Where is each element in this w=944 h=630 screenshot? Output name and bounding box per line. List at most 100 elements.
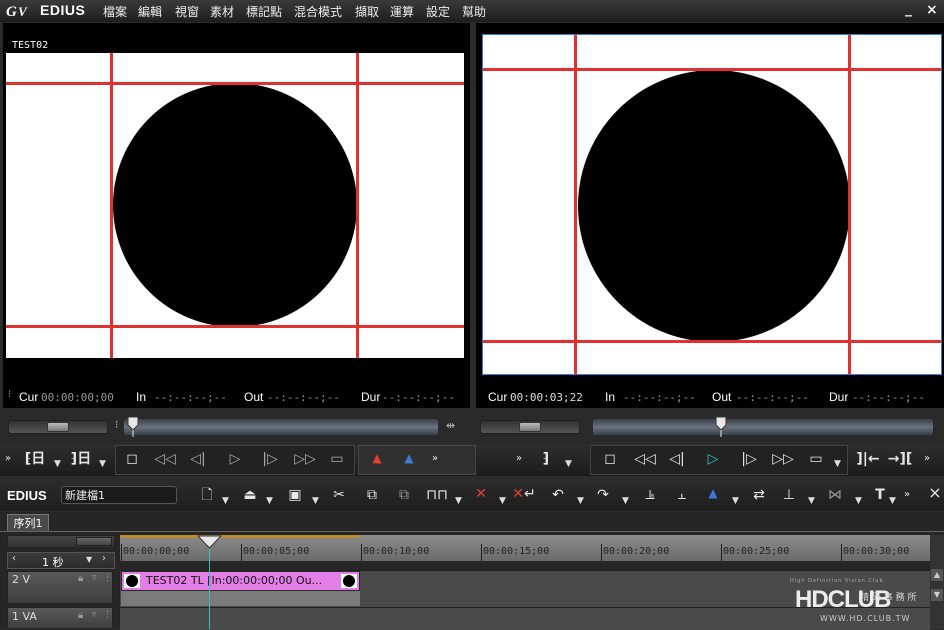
expand-icon[interactable]: » (428, 450, 442, 468)
menu-mode[interactable]: 混合模式 (294, 3, 342, 20)
scroll-down-icon[interactable]: ▼ (931, 589, 943, 601)
expand-icon[interactable]: » (920, 450, 934, 468)
chevron-left-icon[interactable]: ‹ (12, 553, 16, 564)
time-scale-selector[interactable]: ‹ 1 秒 ▼ › (7, 552, 115, 569)
set-in-point-icon[interactable]: ⁅日 (22, 450, 48, 468)
chevron-down-icon[interactable]: ▼ (834, 459, 841, 469)
chevron-down-icon[interactable]: ▼ (855, 496, 862, 506)
chevron-down-icon[interactable]: ▼ (455, 496, 462, 506)
insert-mode-icon[interactable]: ⫡ (638, 486, 662, 504)
rewind-icon[interactable]: ◁◁ (630, 450, 660, 468)
chevron-down-icon[interactable]: ▼ (266, 496, 273, 506)
stop-icon[interactable]: ◻ (122, 450, 142, 468)
track-menu-icon[interactable]: ⋮ (103, 573, 112, 583)
replace-icon[interactable]: ⊓⊓ (425, 486, 449, 504)
rewind-icon[interactable]: ◁◁ (150, 450, 180, 468)
insert-to-timeline-icon[interactable]: ▲ (366, 449, 388, 467)
new-project-icon[interactable]: 🗋 (198, 486, 216, 504)
chevron-down-icon[interactable]: ▼ (622, 496, 629, 506)
scroll-up-icon[interactable]: ▲ (931, 569, 943, 581)
player-shuttle-slider[interactable] (8, 420, 108, 434)
expand-icon[interactable]: » (512, 450, 526, 468)
recorder-position-bar[interactable] (593, 419, 933, 435)
step-forward-icon[interactable]: |▷ (258, 450, 282, 468)
player-position-handle[interactable] (127, 415, 139, 437)
audio-waveform-icon[interactable]: ⊥ (778, 486, 800, 504)
save-icon[interactable]: ▣ (285, 486, 305, 504)
set-out-icon[interactable]: ⁆ (538, 450, 554, 468)
fast-forward-icon[interactable]: ▷▷ (768, 450, 798, 468)
chevron-down-icon[interactable]: ▼ (889, 496, 896, 506)
zoom-slider[interactable] (7, 535, 115, 548)
chevron-down-icon[interactable]: ▼ (86, 555, 92, 564)
menu-view[interactable]: 視窗 (175, 3, 199, 20)
fast-forward-icon[interactable]: ▷▷ (290, 450, 320, 468)
close-button[interactable]: × (926, 2, 938, 18)
delete-icon[interactable]: ✕ (471, 485, 491, 503)
chevron-right-icon[interactable]: › (102, 553, 106, 564)
chevron-down-icon[interactable]: ▼ (808, 496, 815, 506)
step-forward-icon[interactable]: |▷ (737, 450, 761, 468)
chevron-down-icon[interactable]: ▼ (499, 496, 506, 506)
loop-icon[interactable]: ▭ (805, 450, 827, 468)
timeline-clip[interactable]: TEST02 TL [In:00:00:00;00 Ou... (121, 571, 360, 591)
sync-icon[interactable]: ⇹ (446, 419, 455, 432)
go-to-out-icon[interactable]: →][ (887, 450, 913, 468)
timeline-vertical-scrollbar[interactable]: ▲ ▼ (930, 535, 944, 629)
link-icon[interactable]: ⇄ (748, 486, 770, 504)
expand-icon[interactable]: » (900, 486, 914, 504)
loop-icon[interactable]: ▭ (326, 450, 348, 468)
timeline-cursor-handle[interactable] (197, 535, 222, 550)
shuttle-thumb[interactable] (519, 422, 541, 432)
recorder-shuttle-slider[interactable] (480, 420, 580, 434)
track-header-1va[interactable]: 1 VA 🔒︎ ▿ ⋮ (7, 607, 113, 629)
track-header-2v[interactable]: 2 V 🔒︎ ▿ ⋮ (7, 571, 113, 604)
timeline-ruler[interactable]: 00:00:00;00 00:00:05;00 00:00:10;00 00:00:1… (120, 535, 930, 561)
lock-icon[interactable]: 🔒︎ (78, 573, 83, 584)
copy-icon[interactable]: ⧉ (362, 486, 382, 504)
tab-sequence-1[interactable]: 序列1 (7, 514, 49, 532)
clip-mixer-lane[interactable] (121, 591, 360, 606)
minimize-button[interactable]: _ (905, 1, 912, 17)
menu-capture[interactable]: 擷取 (355, 3, 379, 20)
chevron-down-icon[interactable]: ▼ (99, 459, 106, 469)
ripple-delete-icon[interactable]: ✕↵ (512, 485, 536, 503)
overwrite-to-timeline-icon[interactable]: ▲ (398, 449, 420, 467)
chevron-down-icon[interactable]: ▼ (54, 459, 61, 469)
redo-icon[interactable]: ↷ (593, 486, 613, 504)
overwrite-mode-icon[interactable]: ⫠ (670, 486, 694, 504)
add-transition-icon[interactable]: ▲ (702, 484, 724, 502)
recorder-position-handle[interactable] (715, 415, 727, 437)
player-position-bar[interactable] (124, 419, 438, 435)
chevron-down-icon[interactable]: ▼ (565, 459, 572, 469)
title-icon[interactable]: T (870, 486, 890, 504)
visibility-icon[interactable]: ▿ (92, 573, 97, 583)
menu-marker[interactable]: 標記點 (246, 3, 282, 20)
expand-icon[interactable]: » (2, 450, 14, 468)
visibility-icon[interactable]: ▿ (92, 610, 97, 620)
play-icon[interactable]: ▷ (702, 450, 724, 468)
open-project-icon[interactable]: ⏏ (238, 486, 262, 504)
zoom-slider-thumb[interactable] (76, 537, 112, 546)
chevron-down-icon[interactable]: ▼ (222, 496, 229, 506)
mixer-icon[interactable]: ⋈ (822, 486, 848, 504)
track-menu-icon[interactable]: ⋮ (103, 610, 112, 620)
menu-render[interactable]: 運算 (390, 3, 414, 20)
timeline-cursor-line[interactable] (209, 548, 210, 629)
paste-icon[interactable]: ⧉ (394, 486, 414, 504)
stop-icon[interactable]: ◻ (600, 450, 620, 468)
lock-icon[interactable]: 🔒︎ (78, 610, 83, 621)
menu-help[interactable]: 幫助 (462, 3, 486, 20)
menu-clip[interactable]: 素材 (210, 3, 234, 20)
close-timeline-icon[interactable]: × (928, 484, 942, 502)
menu-file[interactable]: 檔案 (103, 3, 127, 20)
menu-edit[interactable]: 編輯 (138, 3, 162, 20)
undo-icon[interactable]: ↶ (548, 486, 568, 504)
project-name-field[interactable]: 新建檔1 (61, 486, 177, 504)
menu-settings[interactable]: 設定 (426, 3, 450, 20)
step-back-icon[interactable]: ◁| (186, 450, 210, 468)
cut-icon[interactable]: ✂ (329, 486, 349, 504)
step-back-icon[interactable]: ◁| (665, 450, 689, 468)
go-to-in-icon[interactable]: ]|← (855, 450, 881, 468)
set-out-point-icon[interactable]: ⁆日 (66, 450, 96, 468)
